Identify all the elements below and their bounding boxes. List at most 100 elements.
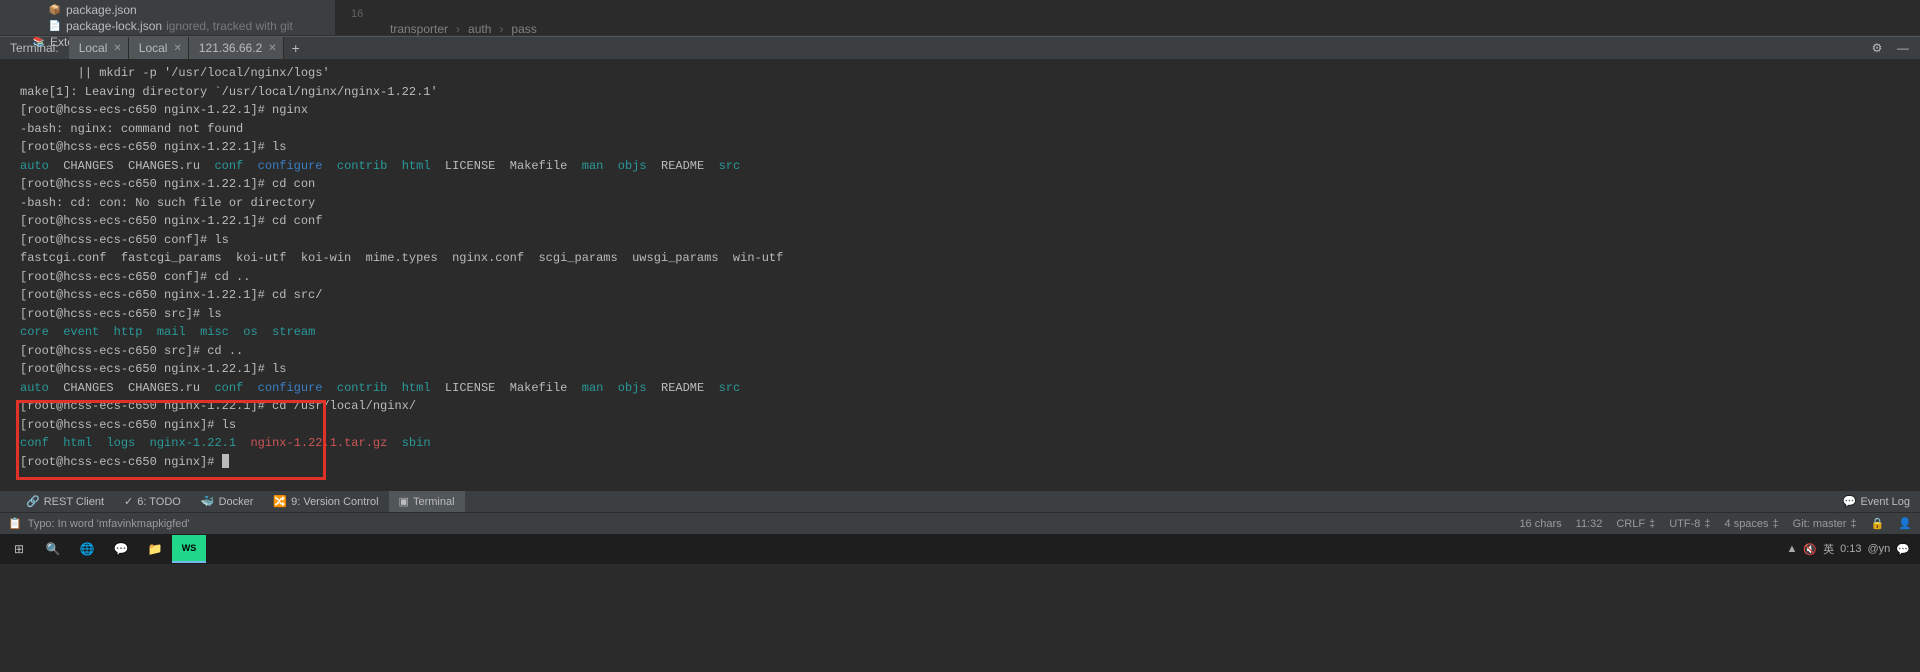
clock[interactable]: 0:13: [1840, 543, 1861, 555]
terminal-line: -bash: cd: con: No such file or director…: [20, 194, 1912, 213]
terminal-body[interactable]: || mkdir -p '/usr/local/nginx/logs'make[…: [0, 60, 1920, 490]
explorer-icon[interactable]: 📁: [138, 535, 172, 563]
terminal-line: make[1]: Leaving directory `/usr/local/n…: [20, 83, 1912, 102]
tool-tab[interactable]: 🔗 REST Client: [16, 491, 114, 512]
tab-label: 121.36.66.2: [199, 41, 262, 55]
terminal-tab[interactable]: Local ✕: [129, 37, 189, 59]
terminal-cursor: [222, 454, 229, 468]
terminal-line: [root@hcss-ecs-c650 nginx-1.22.1]# cd co…: [20, 175, 1912, 194]
tool-label: REST Client: [44, 496, 104, 508]
minimize-icon[interactable]: —: [1894, 39, 1912, 57]
terminal-line: conf html logs nginx-1.22.1 nginx-1.22.1…: [20, 434, 1912, 453]
status-chars: 16 chars: [1519, 518, 1561, 530]
status-typo[interactable]: Typo: In word 'mfavinkmapkigfed': [28, 518, 190, 530]
breadcrumb-item[interactable]: auth: [468, 22, 491, 36]
close-icon[interactable]: ✕: [268, 43, 276, 54]
terminal-line: auto CHANGES CHANGES.ru conf configure c…: [20, 379, 1912, 398]
tool-tab[interactable]: ▣ Terminal: [389, 491, 465, 512]
add-tab-button[interactable]: +: [284, 37, 308, 59]
tool-label: 9: Version Control: [291, 496, 378, 508]
terminal-line: [root@hcss-ecs-c650 nginx]#: [20, 453, 1912, 472]
terminal-line: core event http mail misc os stream: [20, 323, 1912, 342]
chevron-right-icon: ›: [456, 22, 460, 36]
tab-label: Local: [79, 41, 108, 55]
terminal-tools: ⚙ —: [1868, 39, 1920, 57]
terminal-bar: Terminal: Local ✕ Local ✕ 121.36.66.2 ✕ …: [0, 36, 1920, 60]
tool-icon: 🔗: [26, 495, 40, 508]
breadcrumb-item[interactable]: transporter: [390, 22, 448, 36]
inspector-icon[interactable]: 👤: [1898, 517, 1912, 530]
event-log-label: Event Log: [1860, 496, 1910, 508]
terminal-line: [root@hcss-ecs-c650 nginx-1.22.1]# cd co…: [20, 212, 1912, 231]
close-icon[interactable]: ✕: [173, 43, 181, 54]
tree-item-note: ignored, tracked with git: [166, 19, 293, 33]
terminal-line: auto CHANGES CHANGES.ru conf configure c…: [20, 157, 1912, 176]
terminal-line: [root@hcss-ecs-c650 nginx-1.22.1]# ls: [20, 360, 1912, 379]
tree-item-label: package-lock.json: [66, 19, 162, 33]
context-icon: 📋: [8, 517, 22, 530]
breadcrumb: transporter › auth › pass: [390, 22, 537, 36]
start-button[interactable]: ⊞: [2, 535, 36, 563]
line-number: 16: [343, 8, 371, 20]
taskbar-tray: ▲ 🔇 英 0:13 @yn 💬: [1786, 541, 1918, 557]
terminal-line: [root@hcss-ecs-c650 nginx-1.22.1]# cd sr…: [20, 286, 1912, 305]
speech-bubble-icon: 💬: [1843, 495, 1857, 508]
status-indent[interactable]: 4 spaces ‡: [1725, 518, 1779, 530]
terminal-line: [root@hcss-ecs-c650 src]# cd ..: [20, 342, 1912, 361]
tool-label: Docker: [219, 496, 254, 508]
lock-icon[interactable]: 🔒: [1871, 517, 1885, 530]
volume-icon[interactable]: 🔇: [1803, 543, 1817, 556]
status-left: 📋 Typo: In word 'mfavinkmapkigfed': [8, 517, 190, 530]
terminal-label: Terminal:: [0, 41, 69, 55]
tool-label: 6: TODO: [137, 496, 181, 508]
terminal-line: || mkdir -p '/usr/local/nginx/logs': [20, 64, 1912, 83]
tray-chevron-icon[interactable]: ▲: [1786, 543, 1797, 555]
windows-taskbar: ⊞ 🔍 🌐 💬 📁 WS ▲ 🔇 英 0:13 @yn 💬: [0, 534, 1920, 564]
terminal-line: [root@hcss-ecs-c650 src]# ls: [20, 305, 1912, 324]
terminal-tab[interactable]: Local ✕: [69, 37, 129, 59]
status-git[interactable]: Git: master ‡: [1793, 518, 1857, 530]
status-bar: 📋 Typo: In word 'mfavinkmapkigfed' 16 ch…: [0, 512, 1920, 534]
terminal-line: [root@hcss-ecs-c650 nginx]# ls: [20, 416, 1912, 435]
status-line-separator[interactable]: CRLF ‡: [1616, 518, 1655, 530]
breadcrumb-item[interactable]: pass: [511, 22, 536, 36]
terminal-line: -bash: nginx: command not found: [20, 120, 1912, 139]
status-position[interactable]: 11:32: [1576, 518, 1603, 530]
terminal-line: fastcgi.conf fastcgi_params koi-utf koi-…: [20, 249, 1912, 268]
terminal-line: [root@hcss-ecs-c650 nginx-1.22.1]# nginx: [20, 101, 1912, 120]
close-icon[interactable]: ✕: [113, 43, 121, 54]
search-icon[interactable]: 🔍: [36, 535, 70, 563]
tool-tab[interactable]: 🐳 Docker: [191, 491, 264, 512]
file-icon: 📄: [48, 19, 62, 33]
tool-tab[interactable]: 🔀 9: Version Control: [263, 491, 388, 512]
chevron-right-icon: ›: [499, 22, 503, 36]
project-tree[interactable]: 📦 package.json 📄 package-lock.json ignor…: [0, 0, 335, 35]
terminal-line: [root@hcss-ecs-c650 conf]# ls: [20, 231, 1912, 250]
tool-icon: 🐳: [201, 495, 215, 508]
wechat-icon[interactable]: 💬: [104, 535, 138, 563]
tree-item[interactable]: 📄 package-lock.json ignored, tracked wit…: [0, 18, 335, 34]
top-area: 📦 package.json 📄 package-lock.json ignor…: [0, 0, 1920, 36]
terminal-line: [root@hcss-ecs-c650 nginx-1.22.1]# cd /u…: [20, 397, 1912, 416]
user-badge[interactable]: @yn: [1868, 543, 1891, 555]
webstorm-icon[interactable]: WS: [172, 535, 206, 563]
bottom-tool-tabs: 🔗 REST Client ✓6: TODO 🐳 Docker 🔀 9: Version C…: [0, 490, 1920, 512]
tree-item-label: package.json: [66, 3, 137, 17]
tool-icon: 🔀: [273, 495, 287, 508]
tree-item[interactable]: 📦 package.json: [0, 2, 335, 18]
package-icon: 📦: [48, 3, 62, 17]
status-encoding[interactable]: UTF-8 ‡: [1669, 518, 1710, 530]
gear-icon[interactable]: ⚙: [1868, 39, 1886, 57]
event-log-button[interactable]: 💬 Event Log: [1843, 495, 1920, 508]
editor-area[interactable]: 16: [335, 0, 1920, 35]
terminal-line: [root@hcss-ecs-c650 nginx-1.22.1]# ls: [20, 138, 1912, 157]
tool-label: Terminal: [413, 496, 455, 508]
tab-label: Local: [139, 41, 168, 55]
ime-indicator[interactable]: 英: [1823, 541, 1834, 557]
tool-icon: ▣: [399, 495, 409, 508]
terminal-tab[interactable]: 121.36.66.2 ✕: [189, 37, 284, 59]
chrome-icon[interactable]: 🌐: [70, 535, 104, 563]
notifications-icon[interactable]: 💬: [1896, 543, 1910, 556]
status-right: 16 chars 11:32 CRLF ‡ UTF-8 ‡ 4 spaces ‡…: [1519, 517, 1912, 530]
tool-tab[interactable]: ✓6: TODO: [114, 491, 191, 512]
